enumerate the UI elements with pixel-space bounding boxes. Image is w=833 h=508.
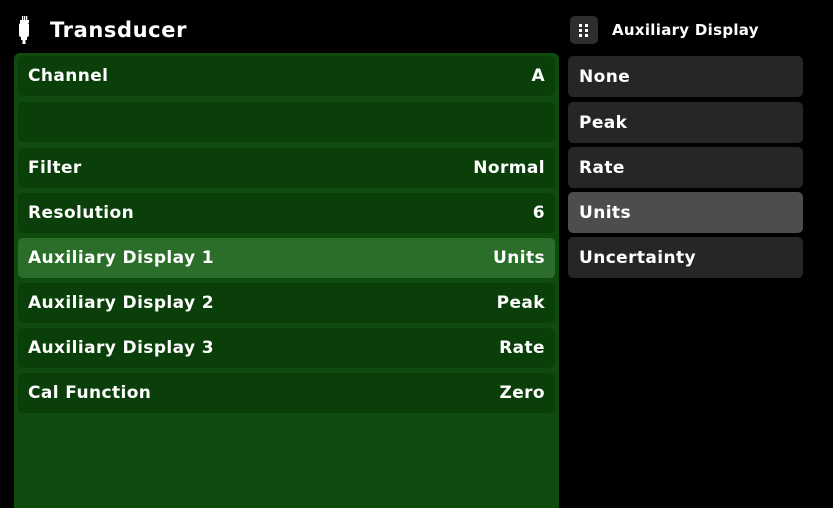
setting-row-aux-display-1[interactable]: Auxiliary Display 1 Units: [18, 238, 555, 278]
setting-label: Filter: [28, 158, 82, 178]
setting-label: Auxiliary Display 3: [28, 338, 214, 358]
aux-panel-title: Auxiliary Display: [612, 21, 759, 39]
option-label: Rate: [579, 157, 625, 178]
option-label: Uncertainty: [579, 247, 697, 268]
aux-panel-header: Auxiliary Display: [570, 10, 759, 50]
option-label: Peak: [579, 112, 628, 133]
setting-row-resolution[interactable]: Resolution 6: [18, 193, 555, 233]
setting-value: Rate: [499, 338, 545, 358]
setting-label: Resolution: [28, 203, 135, 223]
setting-value: Normal: [473, 158, 545, 178]
transducer-icon: [19, 16, 29, 44]
grid-icon[interactable]: [570, 16, 598, 44]
setting-label: Auxiliary Display 2: [28, 293, 214, 313]
setting-value: Units: [493, 248, 545, 268]
setting-row-aux-display-3[interactable]: Auxiliary Display 3 Rate: [18, 328, 555, 368]
setting-row-empty: [18, 102, 555, 142]
setting-value: A: [531, 66, 545, 86]
option-none[interactable]: None: [568, 56, 803, 97]
settings-panel: Channel A Filter Normal Resolution 6 Aux…: [14, 53, 559, 508]
setting-value: 6: [532, 203, 545, 223]
setting-label: Cal Function: [28, 383, 152, 403]
setting-label: Channel: [28, 66, 109, 86]
setting-row-filter[interactable]: Filter Normal: [18, 148, 555, 188]
setting-value: Peak: [496, 293, 545, 313]
option-label: None: [579, 66, 631, 87]
setting-row-cal-function[interactable]: Cal Function Zero: [18, 373, 555, 413]
setting-label: Auxiliary Display 1: [28, 248, 214, 268]
page-title: Transducer: [50, 18, 188, 42]
setting-row-aux-display-2[interactable]: Auxiliary Display 2 Peak: [18, 283, 555, 323]
header: Transducer: [18, 10, 187, 50]
option-uncertainty[interactable]: Uncertainty: [568, 237, 803, 278]
setting-value: Zero: [499, 383, 545, 403]
option-label: Units: [579, 202, 631, 223]
setting-row-channel[interactable]: Channel A: [18, 56, 555, 96]
option-units[interactable]: Units: [568, 192, 803, 233]
option-rate[interactable]: Rate: [568, 147, 803, 188]
option-peak[interactable]: Peak: [568, 102, 803, 143]
